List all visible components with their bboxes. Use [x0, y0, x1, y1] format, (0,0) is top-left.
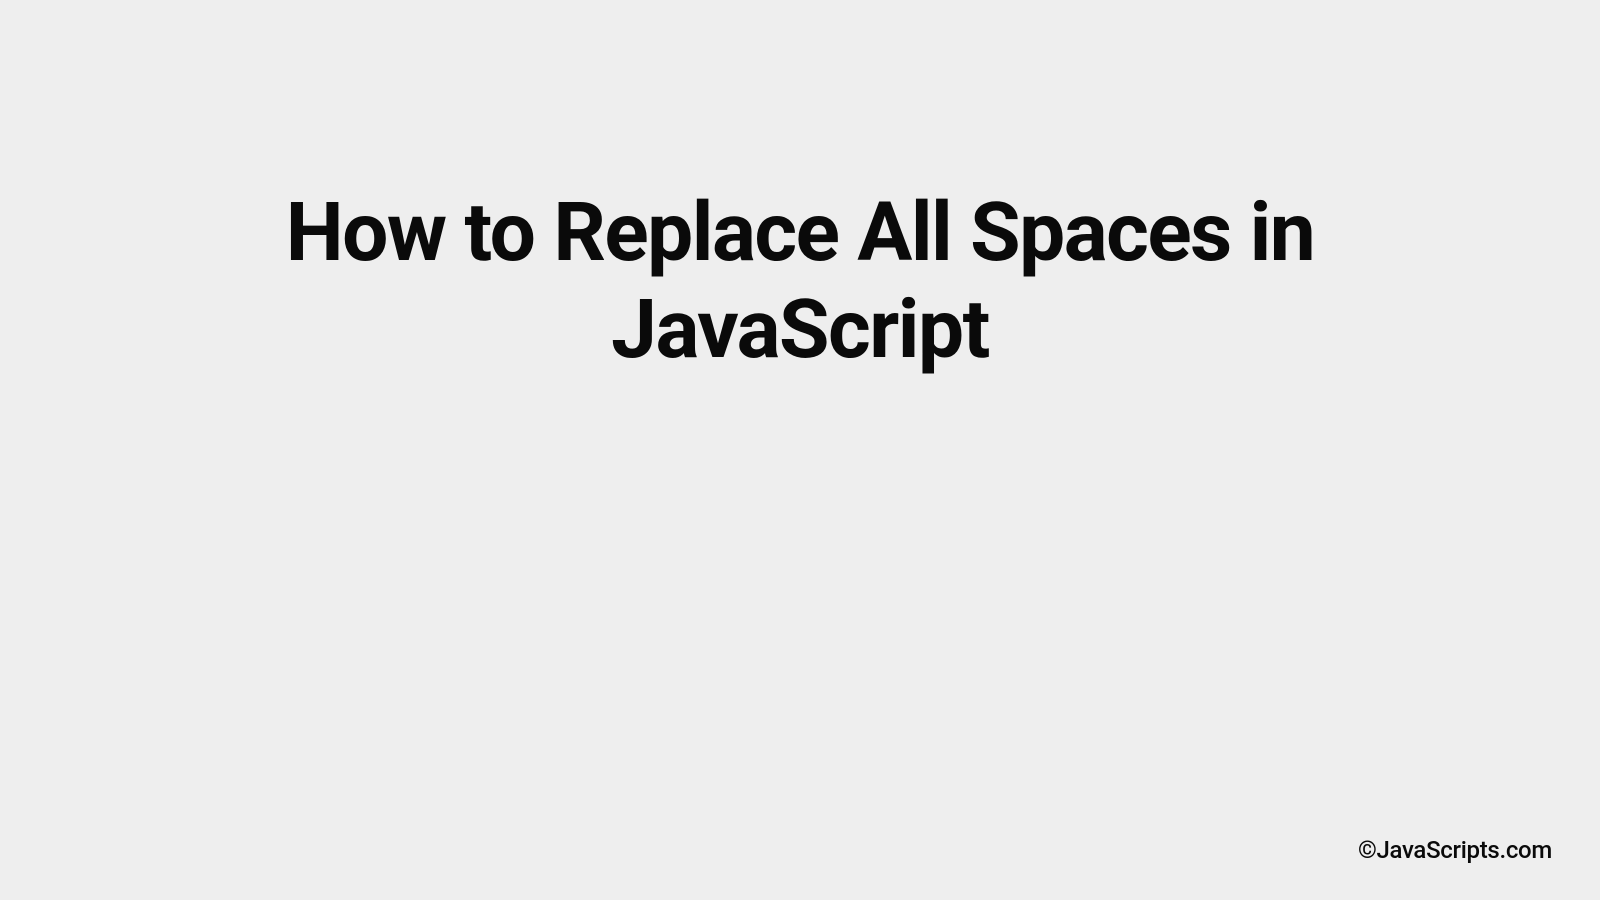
footer-copyright: ©JavaScripts.com: [1358, 836, 1552, 864]
page-title: How to Replace All Spaces in JavaScript: [100, 185, 1500, 379]
title-container: How to Replace All Spaces in JavaScript: [0, 185, 1600, 379]
